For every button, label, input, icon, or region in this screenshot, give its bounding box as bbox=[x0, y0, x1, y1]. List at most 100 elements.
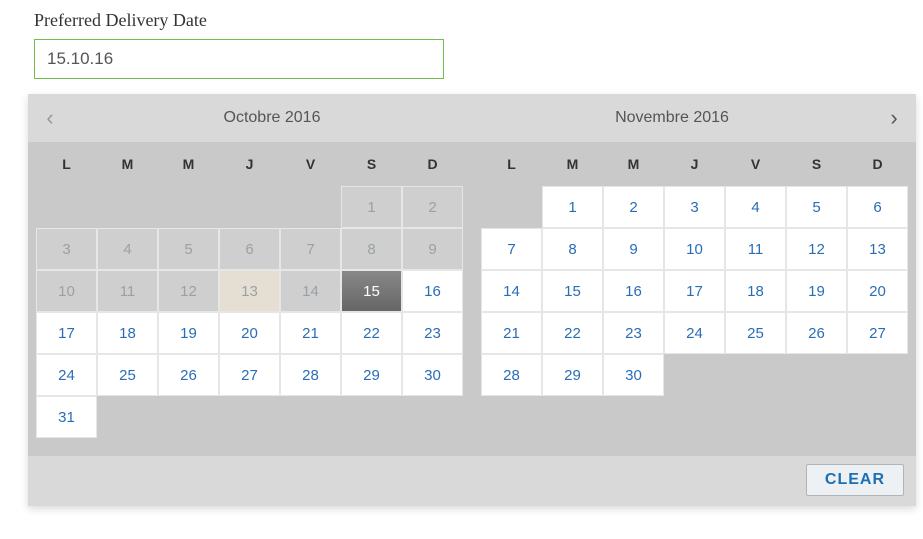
calendar-day[interactable]: 4 bbox=[725, 186, 786, 228]
calendar-day[interactable]: 7 bbox=[481, 228, 542, 270]
month-title-left: Octobre 2016 bbox=[72, 109, 472, 127]
calendar-day[interactable]: 14 bbox=[481, 270, 542, 312]
calendar-day[interactable]: 2 bbox=[603, 186, 664, 228]
weekday-header: M bbox=[158, 142, 219, 186]
calendar-day: 7 bbox=[280, 228, 341, 270]
calendar-day[interactable]: 23 bbox=[402, 312, 463, 354]
weekday-header: J bbox=[219, 142, 280, 186]
calendar-day[interactable]: 20 bbox=[847, 270, 908, 312]
weekday-header: M bbox=[603, 142, 664, 186]
calendar-day[interactable]: 30 bbox=[603, 354, 664, 396]
calendar-day[interactable]: 5 bbox=[786, 186, 847, 228]
weekday-header: D bbox=[847, 142, 908, 186]
calendar-day[interactable]: 9 bbox=[603, 228, 664, 270]
calendar-day[interactable]: 28 bbox=[280, 354, 341, 396]
prev-month-button[interactable]: ‹ bbox=[28, 94, 72, 142]
calendar-day[interactable]: 23 bbox=[603, 312, 664, 354]
calendar-empty-cell bbox=[847, 354, 908, 396]
calendar-day[interactable]: 30 bbox=[402, 354, 463, 396]
calendar-empty-cell bbox=[664, 396, 725, 438]
calendar-day[interactable]: 8 bbox=[542, 228, 603, 270]
weekday-header: J bbox=[664, 142, 725, 186]
calendar-day: 14 bbox=[280, 270, 341, 312]
calendar-day[interactable]: 17 bbox=[664, 270, 725, 312]
month-title-right: Novembre 2016 bbox=[472, 109, 872, 127]
calendar-empty-cell bbox=[219, 186, 280, 228]
weekday-header: S bbox=[786, 142, 847, 186]
calendar-empty-cell bbox=[786, 396, 847, 438]
weekday-header: L bbox=[36, 142, 97, 186]
calendar-day: 3 bbox=[36, 228, 97, 270]
calendar-day[interactable]: 16 bbox=[402, 270, 463, 312]
calendar-day[interactable]: 17 bbox=[36, 312, 97, 354]
calendar-day[interactable]: 20 bbox=[219, 312, 280, 354]
calendar-day[interactable]: 29 bbox=[542, 354, 603, 396]
calendar-day: 8 bbox=[341, 228, 402, 270]
field-label: Preferred Delivery Date bbox=[34, 10, 889, 31]
calendar-day: 1 bbox=[341, 186, 402, 228]
calendar-day[interactable]: 11 bbox=[725, 228, 786, 270]
calendar-day[interactable]: 24 bbox=[36, 354, 97, 396]
calendar-day[interactable]: 21 bbox=[280, 312, 341, 354]
calendar-day[interactable]: 28 bbox=[481, 354, 542, 396]
calendar-day[interactable]: 25 bbox=[97, 354, 158, 396]
calendar-month-left: LMMJVSD123456789101112131415161718192021… bbox=[36, 142, 463, 438]
calendar-day[interactable]: 27 bbox=[219, 354, 280, 396]
calendar-day[interactable]: 26 bbox=[158, 354, 219, 396]
calendar-empty-cell bbox=[158, 396, 219, 438]
calendar-day[interactable]: 1 bbox=[542, 186, 603, 228]
weekday-header: L bbox=[481, 142, 542, 186]
calendar-day[interactable]: 16 bbox=[603, 270, 664, 312]
calendar-day[interactable]: 6 bbox=[847, 186, 908, 228]
weekday-header: M bbox=[97, 142, 158, 186]
calendar-day[interactable]: 25 bbox=[725, 312, 786, 354]
calendar-day[interactable]: 3 bbox=[664, 186, 725, 228]
calendar-day[interactable]: 10 bbox=[664, 228, 725, 270]
calendar-day[interactable]: 12 bbox=[786, 228, 847, 270]
preferred-delivery-date-input[interactable] bbox=[34, 39, 444, 79]
calendar-empty-cell bbox=[786, 354, 847, 396]
calendar-empty-cell bbox=[97, 186, 158, 228]
calendar-day[interactable]: 31 bbox=[36, 396, 97, 438]
calendar-day[interactable]: 18 bbox=[725, 270, 786, 312]
calendar-day[interactable]: 22 bbox=[341, 312, 402, 354]
calendar-empty-cell bbox=[341, 396, 402, 438]
calendar-empty-cell bbox=[97, 396, 158, 438]
calendar-empty-cell bbox=[725, 354, 786, 396]
calendar-day: 6 bbox=[219, 228, 280, 270]
clear-button[interactable]: CLEAR bbox=[806, 464, 904, 496]
weekday-header: V bbox=[725, 142, 786, 186]
calendar-day: 13 bbox=[219, 270, 280, 312]
calendar-day[interactable]: 29 bbox=[341, 354, 402, 396]
calendar-day[interactable]: 19 bbox=[786, 270, 847, 312]
calendar-day: 9 bbox=[402, 228, 463, 270]
calendar-empty-cell bbox=[158, 186, 219, 228]
calendar-empty-cell bbox=[219, 396, 280, 438]
calendar-day[interactable]: 18 bbox=[97, 312, 158, 354]
calendar-day: 10 bbox=[36, 270, 97, 312]
next-month-button[interactable]: › bbox=[872, 94, 916, 142]
weekday-header: D bbox=[402, 142, 463, 186]
calendar-day: 5 bbox=[158, 228, 219, 270]
calendar-empty-cell bbox=[481, 396, 542, 438]
calendar-empty-cell bbox=[725, 396, 786, 438]
calendar-day[interactable]: 26 bbox=[786, 312, 847, 354]
calendar-day: 12 bbox=[158, 270, 219, 312]
calendar-day-selected[interactable]: 15 bbox=[341, 270, 402, 312]
calendar-day[interactable]: 24 bbox=[664, 312, 725, 354]
calendar-month-right: LMMJVSD123456789101112131415161718192021… bbox=[481, 142, 908, 438]
calendar-empty-cell bbox=[542, 396, 603, 438]
calendar-day[interactable]: 15 bbox=[542, 270, 603, 312]
calendar-day[interactable]: 21 bbox=[481, 312, 542, 354]
calendar-day[interactable]: 13 bbox=[847, 228, 908, 270]
calendar-day[interactable]: 27 bbox=[847, 312, 908, 354]
calendar-day[interactable]: 22 bbox=[542, 312, 603, 354]
weekday-header: M bbox=[542, 142, 603, 186]
calendar-empty-cell bbox=[481, 186, 542, 228]
calendar-day[interactable]: 19 bbox=[158, 312, 219, 354]
calendar-day: 11 bbox=[97, 270, 158, 312]
calendar-empty-cell bbox=[847, 396, 908, 438]
weekday-header: V bbox=[280, 142, 341, 186]
calendar-empty-cell bbox=[664, 354, 725, 396]
calendar-empty-cell bbox=[603, 396, 664, 438]
